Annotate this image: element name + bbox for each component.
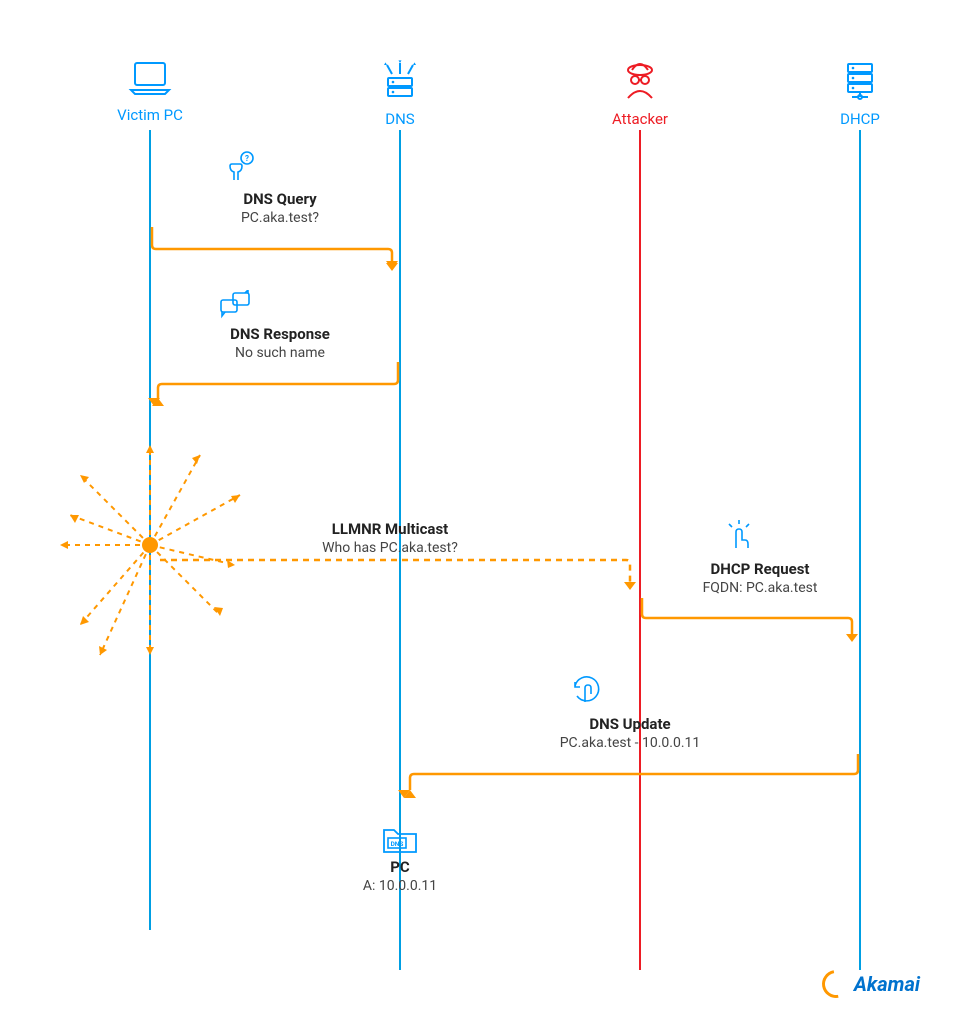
arrow-dns-response — [148, 360, 402, 410]
msg-sub: No such name — [180, 345, 380, 361]
actor-victim-pc: Victim PC — [90, 60, 210, 124]
msg-dns-query: DNS Query PC.aka.test? — [180, 190, 380, 226]
msg-title: DNS Update — [500, 715, 760, 733]
actor-dns: DNS — [340, 60, 460, 128]
dns-server-icon — [378, 60, 422, 100]
hand-question-icon: ? — [220, 150, 256, 186]
actor-attacker: Attacker — [580, 60, 700, 128]
msg-sub: Who has PC.aka.test? — [270, 540, 510, 556]
actor-label: Victim PC — [90, 106, 210, 124]
msg-llmnr: LLMNR Multicast Who has PC.aka.test? — [270, 520, 510, 556]
msg-sub: A: 10.0.0.11 — [320, 878, 480, 894]
dhcp-server-icon — [838, 60, 882, 100]
msg-sub: FQDN: PC.aka.test — [660, 580, 860, 596]
msg-dns-update: DNS Update PC.aka.test - 10.0.0.11 — [500, 715, 760, 751]
msg-dns-response: DNS Response No such name — [180, 325, 380, 361]
msg-title: PC — [320, 858, 480, 876]
arrow-dhcp-request — [640, 596, 862, 646]
actor-label: DNS — [340, 110, 460, 128]
dns-record-icon: DNS — [380, 820, 420, 856]
msg-title: DHCP Request — [660, 560, 860, 578]
svg-text:?: ? — [245, 154, 249, 163]
msg-title: DNS Query — [180, 190, 380, 208]
chat-bubbles-icon — [218, 290, 254, 320]
hand-click-icon — [720, 518, 756, 554]
lifeline-attacker — [639, 130, 641, 970]
actor-label: Attacker — [580, 110, 700, 128]
msg-title: DNS Response — [180, 325, 380, 343]
actor-label: DHCP — [800, 110, 920, 128]
arrow-llmnr-multicast — [158, 558, 648, 598]
svg-text:DNS: DNS — [391, 840, 404, 848]
laptop-icon — [128, 60, 172, 96]
multicast-burst-icon — [40, 425, 260, 675]
logo-text: Akamai — [854, 972, 920, 996]
msg-dns-record: PC A: 10.0.0.11 — [320, 858, 480, 894]
msg-title: LLMNR Multicast — [270, 520, 510, 538]
arrow-dns-update — [398, 752, 862, 802]
akamai-swoosh-icon — [816, 965, 855, 1004]
arrow-dns-query — [150, 225, 402, 275]
msg-sub: PC.aka.test - 10.0.0.11 — [500, 735, 760, 751]
msg-dhcp-request: DHCP Request FQDN: PC.aka.test — [660, 560, 860, 596]
lifeline-dhcp — [859, 130, 861, 970]
actor-dhcp: DHCP — [800, 60, 920, 128]
hand-refresh-icon — [565, 670, 605, 710]
akamai-logo: Akamai — [822, 970, 920, 998]
attacker-icon — [618, 60, 662, 100]
msg-sub: PC.aka.test? — [180, 210, 380, 226]
